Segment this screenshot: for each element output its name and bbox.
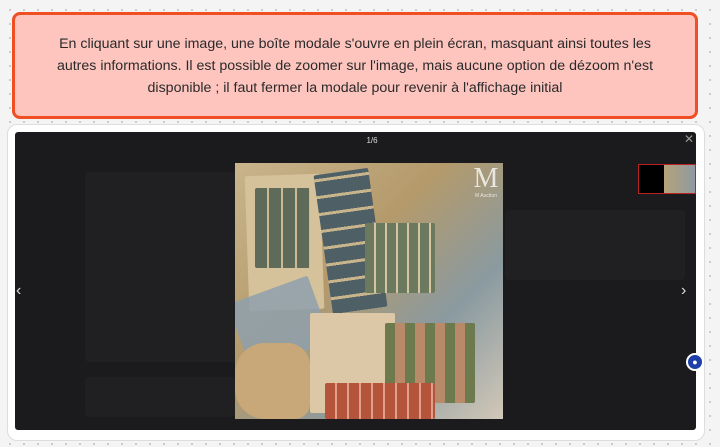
glassine-bag <box>235 343 310 419</box>
thumbnail-active[interactable] <box>638 164 696 194</box>
annotation-box: En cliquant sur une image, une boîte mod… <box>12 12 698 119</box>
stamp-sheet <box>255 188 310 268</box>
chat-icon[interactable]: ● <box>686 353 704 371</box>
image-lightbox-modal: 1/6 ✕ ‹ › MM Auction <box>15 132 696 430</box>
background-thumbs-ghost <box>85 377 235 417</box>
chevron-left-icon[interactable]: ‹ <box>16 282 21 300</box>
stamp-sheet <box>365 223 435 293</box>
image-counter: 1/6 <box>366 136 378 145</box>
background-image-ghost <box>85 172 245 362</box>
annotation-text: En cliquant sur une image, une boîte mod… <box>56 35 654 96</box>
close-icon[interactable]: ✕ <box>684 132 694 146</box>
background-panel-ghost <box>505 210 685 280</box>
watermark-logo: MM Auction <box>473 163 499 200</box>
lightbox-image[interactable]: MM Auction <box>235 163 503 419</box>
chevron-right-icon[interactable]: › <box>681 282 686 300</box>
stamp-sheet <box>325 383 435 419</box>
